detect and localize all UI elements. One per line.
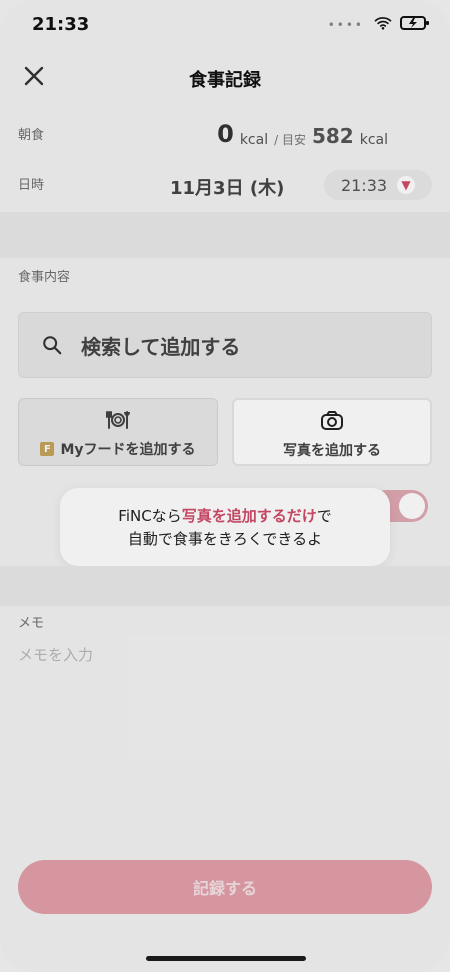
kcal-value: 0 [217,120,234,148]
section-title-meal-content: 食事内容 [18,270,71,285]
tooltip-line-1-prefix: FiNCなら [118,507,182,525]
chevron-down-icon: ▼ [397,176,416,194]
kcal-summary: 0 kcal / 目安 582 kcal [217,120,388,148]
meal-type-label: 朝食 [18,128,45,143]
time-value: 21:33 [340,175,388,195]
record-button-label: 記録する [192,879,257,898]
memo-divider [0,566,450,606]
tooltip-line-1-suffix: で [316,507,332,525]
time-picker[interactable]: 21:33 ▼ [324,170,432,200]
photo-tip-tooltip: FiNCなら写真を追加するだけで 自動で食事をきろくできるよ [60,488,390,566]
add-my-food-button[interactable]: F Myフードを追加する [18,398,218,466]
record-button[interactable]: 記録する [18,860,432,914]
battery-charging-icon [400,16,429,30]
header: 食事記録 [0,48,450,110]
search-add-button[interactable]: 検索して追加する [18,312,432,378]
section-divider [0,212,450,258]
tooltip-line-1: FiNCなら写真を追加するだけで [118,505,331,526]
kcal-unit: kcal [239,132,269,148]
search-add-label: 検索して追加する [81,334,241,359]
datetime-row: 日時 11月3日 (木) 21:33 ▼ [0,160,450,210]
status-bar: 21:33 •••• [0,0,450,48]
goal-prefix: / 目安 [274,133,306,147]
cell-signal-dots: •••• [327,18,364,32]
app-screen: 21:33 •••• 食事記録 朝食 0 kcal / 目安 582 kcal [0,0,450,972]
tooltip-line-2: 自動で食事をきろくできるよ [127,530,323,548]
add-my-food-label: Myフードを追加する [60,442,196,458]
tooltip-line-1-highlight: 写真を追加するだけ [181,507,317,525]
memo-input[interactable]: メモを入力 [18,644,93,665]
goal-value: 582 [311,124,354,148]
datetime-label: 日時 [18,178,45,193]
my-food-badge-icon: F [40,442,55,456]
page-title: 食事記録 [189,70,261,91]
memo-title: メモ [18,616,45,631]
add-my-food-label-row: F Myフードを追加する [19,439,217,459]
meal-row: 朝食 0 kcal / 目安 582 kcal [0,110,450,160]
add-photo-label: 写真を追加する [283,443,381,459]
date-value[interactable]: 11月3日 (木) [170,174,284,200]
camera-icon [234,410,430,432]
status-time: 21:33 [32,14,90,35]
goal-unit: kcal [359,132,388,148]
add-photo-button[interactable]: 写真を追加する [232,398,432,466]
search-icon [43,336,62,355]
wifi-icon [374,17,392,30]
toggle-knob [399,493,425,519]
utensils-icon [19,409,217,431]
home-indicator [146,956,306,961]
